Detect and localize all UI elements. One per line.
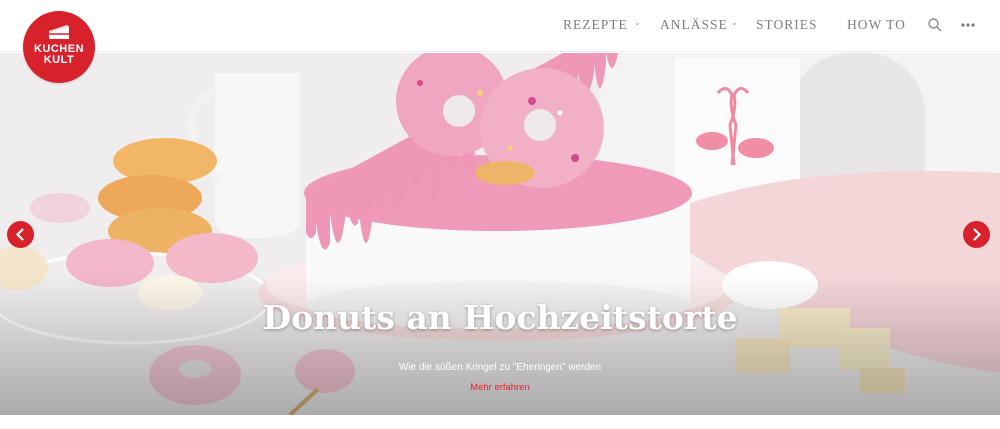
nav-item-rezepte[interactable]: REZEPTE [563, 17, 628, 33]
nav-item-anlaesse[interactable]: ANLÄSSE [660, 17, 728, 33]
logo-text-line2: KULT [43, 54, 75, 66]
more-icon[interactable] [960, 17, 976, 33]
nav-item-how-to[interactable]: HOW TO [847, 17, 906, 33]
search-icon[interactable] [927, 17, 943, 33]
cake-slice-icon [49, 25, 69, 39]
hero-overlay [0, 275, 1000, 415]
slider-next-button[interactable] [963, 221, 990, 248]
chevron-down-icon[interactable]: ⌄ [634, 18, 641, 27]
chevron-right-icon [973, 228, 982, 241]
site-header: KUCHEN KULT REZEPTE ⌄ ANLÄSSE ⌄ STORIES … [0, 0, 1000, 83]
nav-item-stories[interactable]: STORIES [756, 17, 818, 33]
chevron-down-icon[interactable]: ⌄ [731, 18, 738, 27]
chevron-left-icon [15, 228, 24, 241]
read-more-link[interactable]: Mehr erfahren [0, 382, 1000, 393]
slide-title: Donuts an Hochzeitstorte [262, 298, 738, 337]
page-bottom-strip [0, 415, 1000, 429]
slide-subtitle: Wie die süßen Kringel zu "Eheringen" wer… [398, 362, 602, 373]
hero-slider: Donuts an Hochzeitstorte Wie die süßen K… [0, 53, 1000, 415]
slider-prev-button[interactable] [7, 221, 34, 248]
kuchenkult-logo[interactable]: KUCHEN KULT [23, 11, 95, 83]
